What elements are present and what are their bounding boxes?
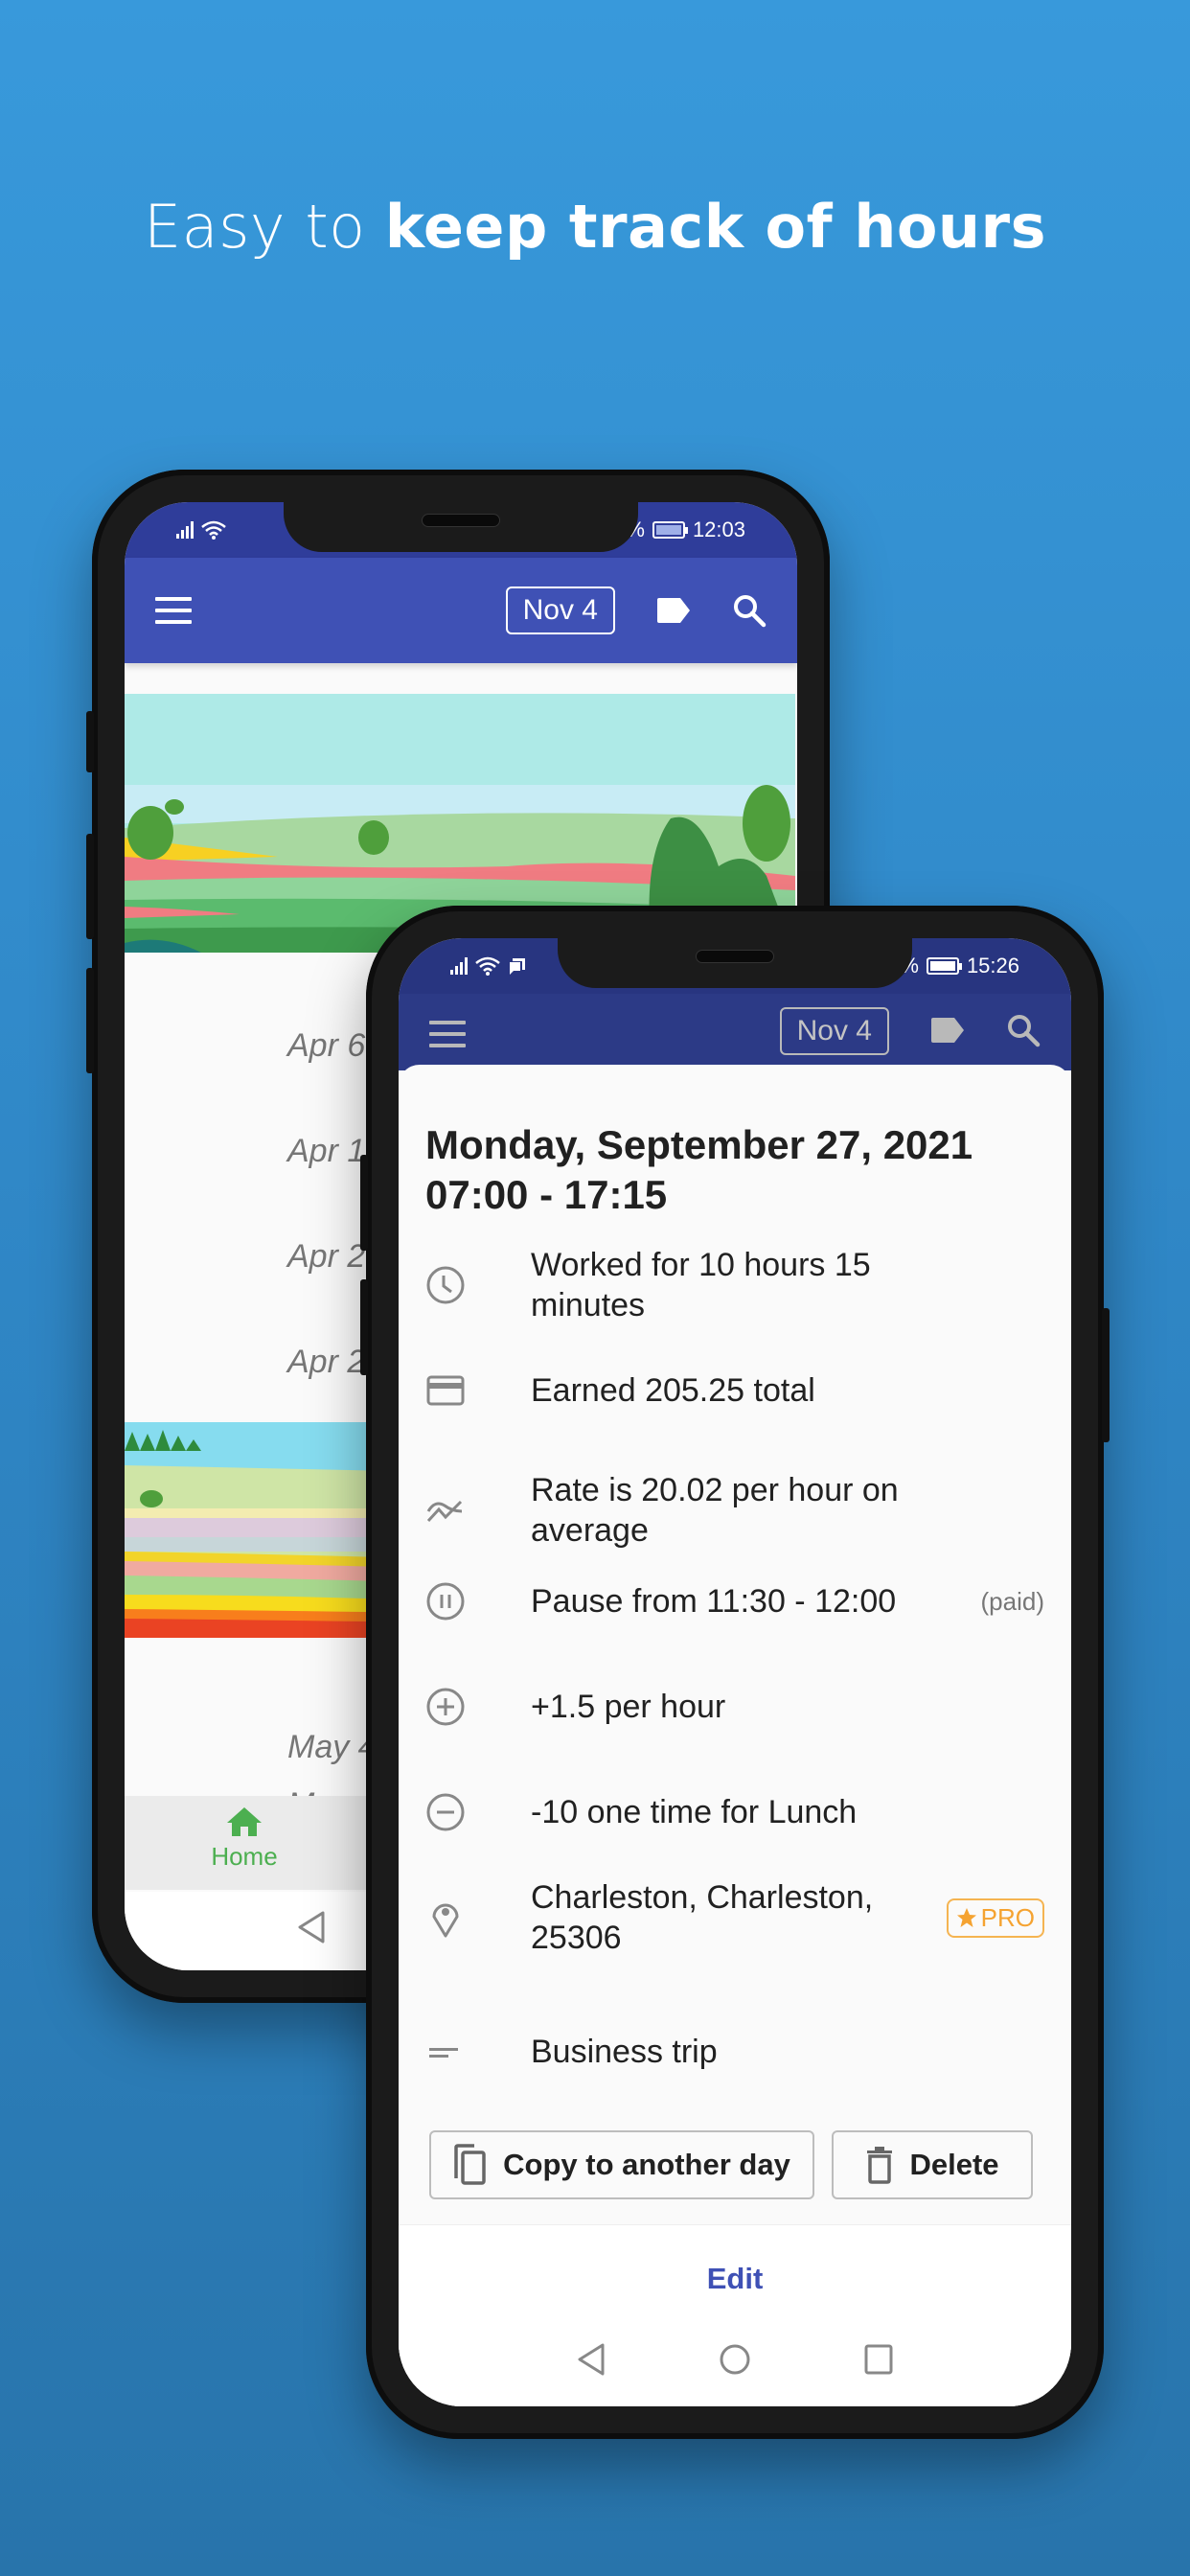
wifi-icon	[201, 520, 226, 540]
speaker	[422, 514, 500, 527]
list-item[interactable]: Apr 1	[287, 1133, 365, 1170]
list-item[interactable]: Apr 2	[287, 1238, 365, 1276]
detail-text: Charleston, Charleston, 25306	[531, 1879, 874, 1956]
detail-row-location: Charleston, Charleston, 25306 PRO	[399, 1874, 1071, 1961]
entry-detail-sheet: Monday, September 27, 2021 07:00 - 17:15…	[399, 1065, 1071, 2406]
label-icon[interactable]	[929, 1017, 966, 1044]
search-icon[interactable]	[732, 593, 767, 628]
speaker	[696, 950, 774, 963]
volume-button	[360, 1279, 368, 1375]
power-button	[86, 968, 94, 1073]
clock-icon	[426, 1266, 465, 1304]
list-item[interactable]: Apr 2	[287, 1344, 365, 1381]
notes-icon	[429, 2048, 458, 2058]
paid-label: (paid)	[980, 1586, 1044, 1616]
menu-icon[interactable]	[429, 1021, 466, 1047]
battery-icon	[926, 957, 962, 975]
detail-text: +1.5 per hour	[531, 1689, 726, 1725]
sheet-footer: Edit	[399, 2224, 1071, 2406]
power-button	[1102, 1308, 1110, 1442]
back-nav-icon[interactable]	[577, 2343, 606, 2376]
pro-badge-label: PRO	[980, 1902, 1035, 1932]
detail-text: Worked for 10 hours 15 minutes	[531, 1247, 871, 1323]
detail-row-notes: Business trip	[399, 2023, 1071, 2081]
status-time: 12:03	[692, 518, 745, 541]
recents-nav-icon[interactable]	[864, 2344, 893, 2375]
headline-light: Easy to	[143, 192, 385, 262]
delete-button[interactable]: Delete	[832, 2130, 1033, 2199]
wifi-icon	[475, 956, 500, 976]
detail-text: Earned 205.25 total	[531, 1372, 815, 1409]
rate-trend-icon	[426, 1500, 463, 1523]
battery-icon	[652, 521, 688, 539]
menu-icon[interactable]	[155, 597, 192, 624]
detail-text: -10 one time for Lunch	[531, 1794, 858, 1830]
detail-text: Rate is 20.02 per hour on average	[531, 1472, 899, 1549]
delete-label: Delete	[909, 2148, 999, 2181]
entry-time-range: 07:00 - 17:15	[425, 1172, 668, 1217]
detail-text: Business trip	[531, 2034, 718, 2070]
notch	[558, 938, 912, 988]
copy-label: Copy to another day	[503, 2148, 790, 2181]
detail-row-bonus: +1.5 per hour	[399, 1678, 1071, 1736]
minus-circle-icon	[426, 1793, 465, 1831]
date-chip[interactable]: Nov 4	[505, 586, 615, 634]
detail-text: Pause from 11:30 - 12:00	[531, 1583, 897, 1620]
app-bar: Nov 4	[125, 558, 797, 663]
app-bar: Nov 4	[399, 994, 1071, 1070]
volume-button	[360, 1155, 368, 1251]
signal-icon	[450, 957, 468, 975]
front-phone: % 15:26 Nov 4 Monday, September 27, 2021…	[360, 906, 1110, 2439]
back-nav-icon[interactable]	[297, 1911, 326, 1944]
home-icon	[227, 1807, 262, 1836]
list-item[interactable]: Apr 6	[287, 1027, 365, 1065]
headline-bold: keep track of hours	[384, 192, 1047, 262]
entry-date: Monday, September 27, 2021	[425, 1122, 973, 1167]
detail-row-worked: Worked for 10 hours 15 minutes	[399, 1247, 1071, 1323]
pause-circle-icon	[426, 1582, 465, 1621]
entry-header: Monday, September 27, 2021 07:00 - 17:15	[425, 1120, 973, 1220]
detail-row-deduction: -10 one time for Lunch	[399, 1783, 1071, 1841]
status-time: 15:26	[966, 954, 1019, 978]
home-nav-icon[interactable]	[719, 2343, 751, 2376]
edit-button[interactable]: Edit	[399, 2262, 1071, 2296]
date-chip[interactable]: Nov 4	[779, 1007, 889, 1055]
label-icon[interactable]	[655, 597, 692, 624]
volume-button	[86, 711, 94, 772]
star-icon	[956, 1908, 976, 1927]
list-item[interactable]: May 4	[287, 1729, 377, 1766]
front-phone-screen: % 15:26 Nov 4 Monday, September 27, 2021…	[399, 938, 1071, 2406]
signal-icon	[176, 521, 194, 539]
location-pin-icon	[432, 1903, 459, 1938]
notch	[284, 502, 638, 552]
volume-button	[86, 834, 94, 939]
search-icon[interactable]	[1006, 1013, 1041, 1047]
pro-badge[interactable]: PRO	[946, 1898, 1044, 1938]
detail-row-pause: Pause from 11:30 - 12:00 (paid)	[399, 1573, 1071, 1630]
system-navigation	[399, 2321, 1071, 2398]
detail-row-earned: Earned 205.25 total	[399, 1362, 1071, 1419]
headline: Easy to keep track of hours	[0, 192, 1190, 262]
copy-icon	[454, 2144, 486, 2185]
copy-to-another-day-button[interactable]: Copy to another day	[429, 2130, 814, 2199]
plus-circle-icon	[426, 1688, 465, 1726]
nav-home-label: Home	[211, 1842, 278, 1871]
message-icon	[510, 958, 525, 975]
detail-row-rate: Rate is 20.02 per hour on average	[399, 1467, 1071, 1553]
credit-card-icon	[426, 1375, 465, 1406]
trash-icon	[867, 2147, 893, 2184]
nav-home[interactable]: Home	[192, 1806, 297, 1872]
